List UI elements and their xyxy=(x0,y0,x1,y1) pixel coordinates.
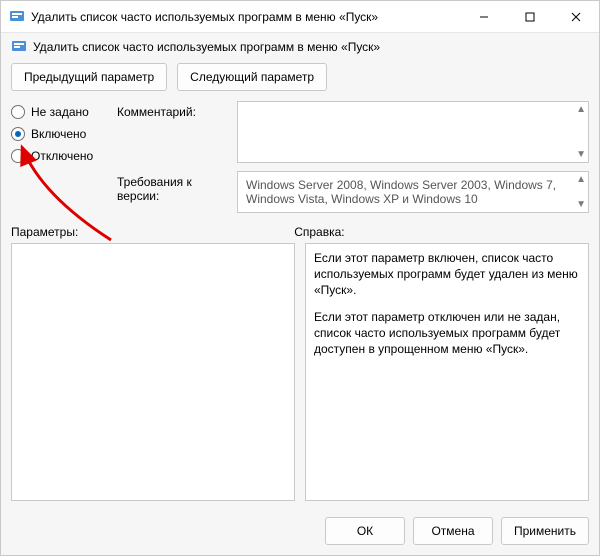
scroll-down-icon[interactable]: ▼ xyxy=(576,199,586,210)
radio-label: Отключено xyxy=(31,149,93,163)
ok-button[interactable]: ОК xyxy=(325,517,405,545)
help-label: Справка: xyxy=(294,225,589,239)
policy-icon xyxy=(11,39,27,55)
mid-labels: Параметры: Справка: xyxy=(11,225,589,239)
requirements-label: Требования к версии: xyxy=(117,171,227,213)
scroll-down-icon[interactable]: ▼ xyxy=(576,149,586,160)
panels: Если этот параметр включен, список часто… xyxy=(11,243,589,501)
close-button[interactable] xyxy=(553,1,599,33)
policy-icon xyxy=(9,9,25,25)
scroll-up-icon[interactable]: ▲ xyxy=(576,174,586,185)
help-panel: Если этот параметр включен, список часто… xyxy=(305,243,589,501)
help-paragraph: Если этот параметр включен, список часто… xyxy=(314,250,580,299)
maximize-button[interactable] xyxy=(507,1,553,33)
scroll-up-icon[interactable]: ▲ xyxy=(576,104,586,115)
comment-textarea[interactable]: ▲ ▼ xyxy=(237,101,589,163)
policy-dialog-window: Удалить список часто используемых програ… xyxy=(0,0,600,556)
nav-row: Предыдущий параметр Следующий параметр xyxy=(1,63,599,101)
previous-setting-button[interactable]: Предыдущий параметр xyxy=(11,63,167,91)
footer: ОК Отмена Применить xyxy=(1,507,599,555)
subtitle-row: Удалить список часто используемых програ… xyxy=(1,33,599,63)
radio-disabled[interactable]: Отключено xyxy=(11,149,107,163)
content-area: Не задано Включено Отключено Комментарий… xyxy=(1,101,599,507)
top-grid: Не задано Включено Отключено Комментарий… xyxy=(11,101,589,213)
radio-indicator xyxy=(11,127,25,141)
requirements-box: Windows Server 2008, Windows Server 2003… xyxy=(237,171,589,213)
subtitle-text: Удалить список часто используемых програ… xyxy=(33,40,380,54)
window-title: Удалить список часто используемых програ… xyxy=(31,10,461,24)
help-paragraph: Если этот параметр отключен или не задан… xyxy=(314,309,580,358)
radio-label: Включено xyxy=(31,127,86,141)
minimize-button[interactable] xyxy=(461,1,507,33)
comment-label: Комментарий: xyxy=(117,101,227,163)
titlebar: Удалить список часто используемых програ… xyxy=(1,1,599,33)
radio-not-configured[interactable]: Не задано xyxy=(11,105,107,119)
parameters-label: Параметры: xyxy=(11,225,294,239)
state-radio-group: Не задано Включено Отключено xyxy=(11,101,107,213)
apply-button[interactable]: Применить xyxy=(501,517,589,545)
radio-indicator xyxy=(11,149,25,163)
parameters-panel xyxy=(11,243,295,501)
radio-label: Не задано xyxy=(31,105,89,119)
radio-enabled[interactable]: Включено xyxy=(11,127,107,141)
cancel-button[interactable]: Отмена xyxy=(413,517,493,545)
next-setting-button[interactable]: Следующий параметр xyxy=(177,63,327,91)
radio-indicator xyxy=(11,105,25,119)
requirements-text: Windows Server 2008, Windows Server 2003… xyxy=(246,178,556,206)
